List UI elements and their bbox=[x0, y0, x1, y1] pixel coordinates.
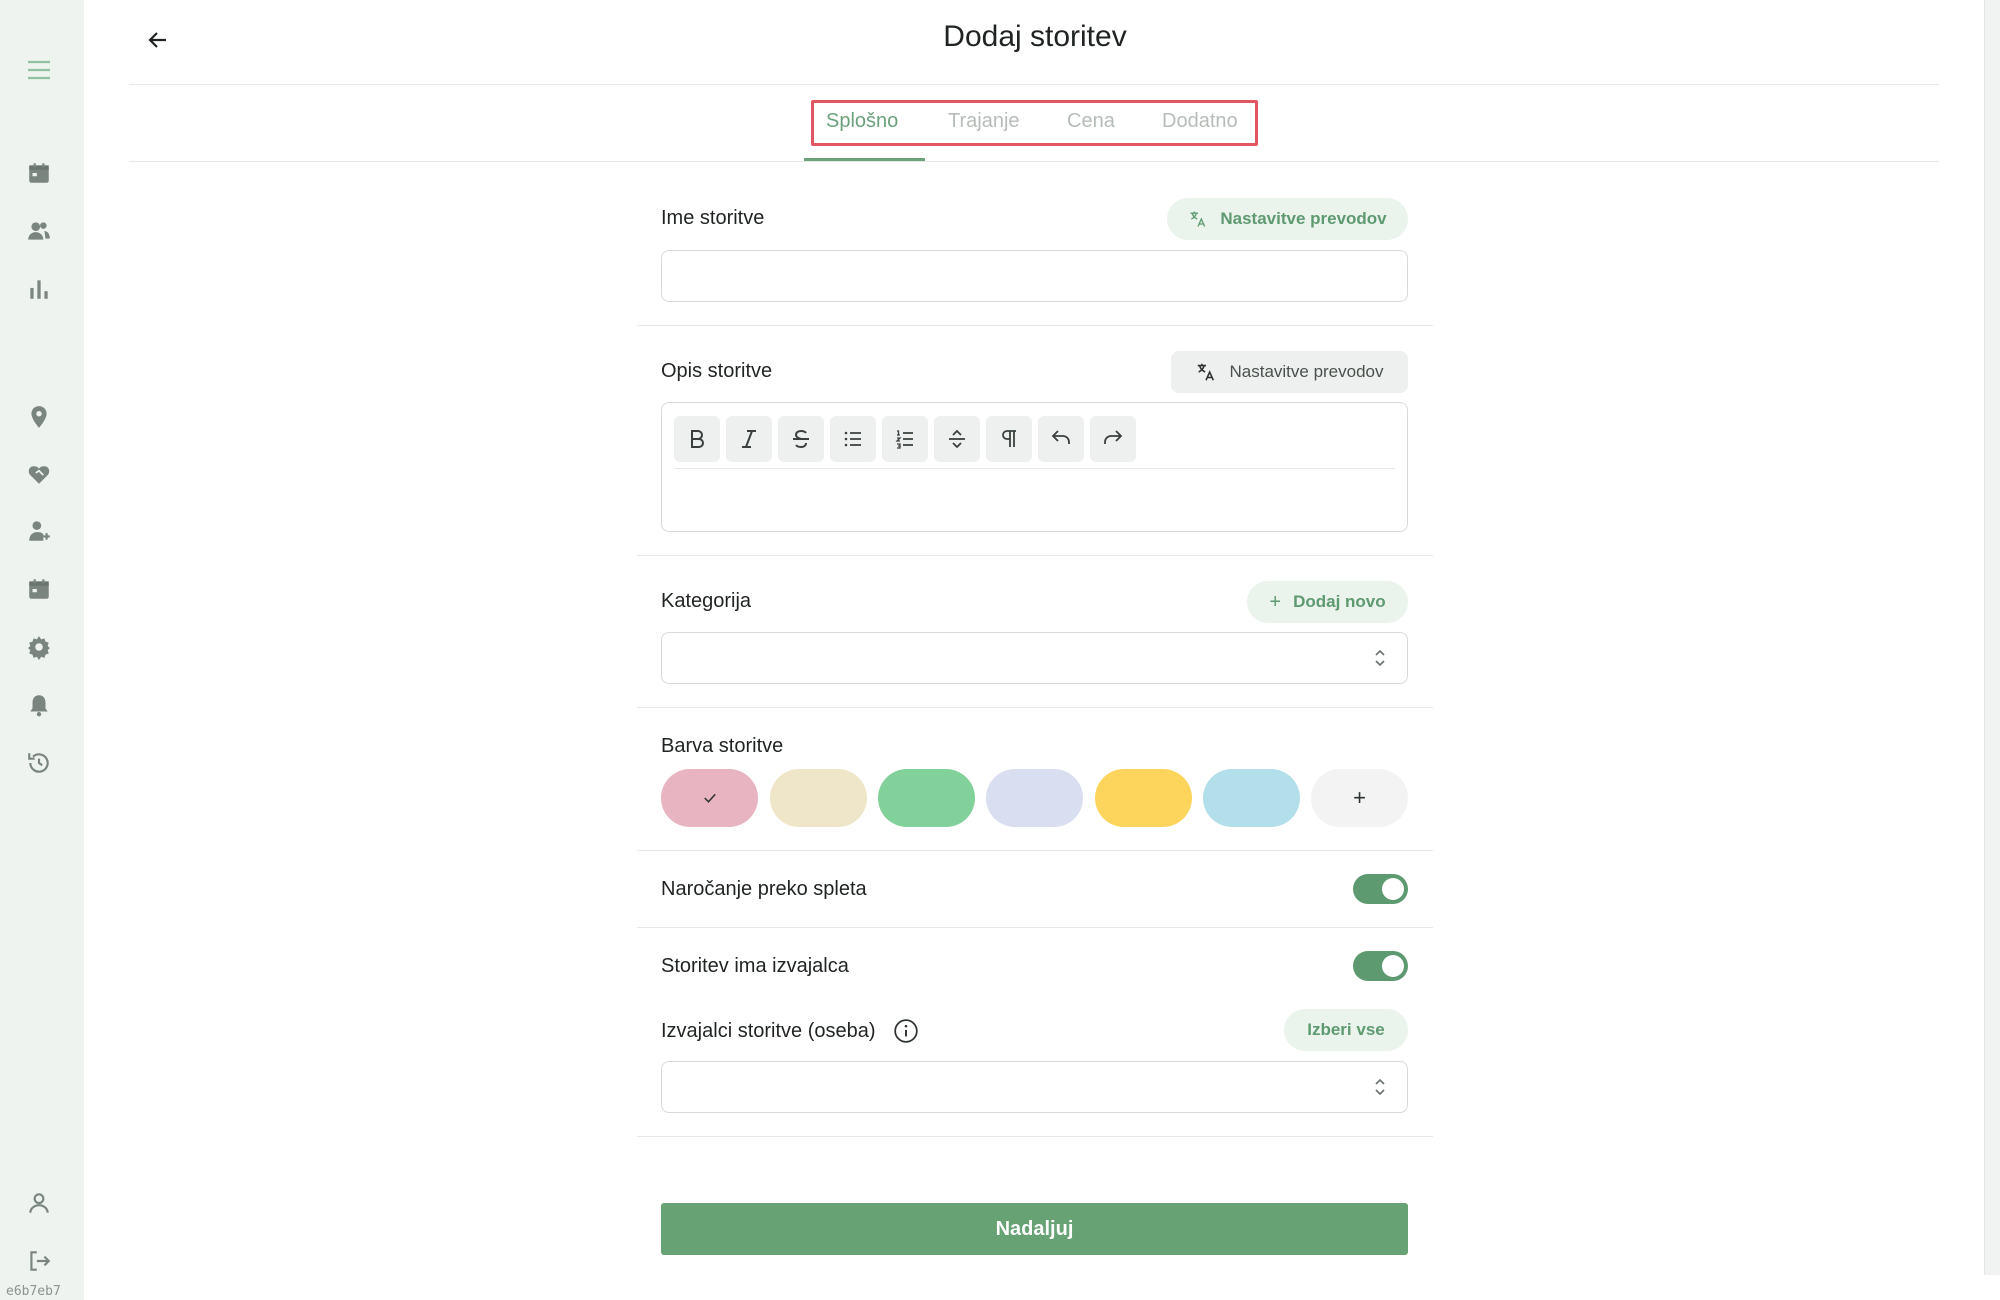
scrollbar[interactable] bbox=[1984, 0, 2000, 1275]
profile-icon[interactable] bbox=[24, 1188, 54, 1218]
history-icon[interactable] bbox=[24, 748, 54, 778]
calendar-icon[interactable] bbox=[24, 158, 54, 188]
section-divider bbox=[637, 325, 1433, 326]
description-translation-settings-button[interactable]: Nastavitve prevodov bbox=[1171, 351, 1408, 393]
ordered-list-icon bbox=[895, 430, 913, 449]
service-description-label: Opis storitve bbox=[661, 360, 773, 382]
users-icon[interactable] bbox=[24, 216, 54, 246]
continue-button[interactable]: Nadaljuj bbox=[661, 1203, 1408, 1255]
providers-select[interactable] bbox=[661, 1061, 1408, 1113]
location-pin-icon[interactable] bbox=[24, 402, 54, 432]
description-translation-settings-label: Nastavitve prevodov bbox=[1229, 362, 1384, 381]
color-swatch-beige[interactable] bbox=[770, 769, 867, 827]
bullet-list-icon bbox=[844, 431, 861, 447]
bell-icon[interactable] bbox=[24, 690, 54, 720]
category-select[interactable] bbox=[661, 632, 1408, 684]
color-swatch-light-blue[interactable] bbox=[1203, 769, 1300, 827]
section-divider bbox=[637, 707, 1433, 708]
online-booking-label: Naročanje preko spleta bbox=[661, 878, 867, 900]
tab-cena[interactable]: Cena bbox=[1067, 110, 1115, 133]
tabs-divider bbox=[129, 161, 1939, 162]
has-provider-label: Storitev ima izvajalca bbox=[661, 955, 849, 977]
paragraph-icon bbox=[1002, 430, 1016, 447]
sidebar: e6b7eb7 bbox=[0, 0, 84, 1300]
service-color-label: Barva storitve bbox=[661, 735, 784, 757]
logout-icon[interactable] bbox=[24, 1246, 54, 1276]
has-provider-toggle[interactable] bbox=[1353, 951, 1408, 981]
service-name-label: Ime storitve bbox=[661, 207, 765, 229]
horizontal-rule-button[interactable] bbox=[934, 416, 980, 462]
strikethrough-button[interactable] bbox=[778, 416, 824, 462]
tab-dodatno[interactable]: Dodatno bbox=[1162, 110, 1238, 133]
page-title: Dodaj storitev bbox=[943, 20, 1127, 53]
translation-settings-label: Nastavitve prevodov bbox=[1220, 209, 1387, 228]
plus-icon: + bbox=[1353, 785, 1366, 810]
select-all-label: Izberi vse bbox=[1307, 1020, 1385, 1039]
color-swatch-yellow[interactable] bbox=[1095, 769, 1192, 827]
section-divider bbox=[637, 1136, 1433, 1137]
translation-settings-button[interactable]: Nastavitve prevodov bbox=[1167, 198, 1408, 240]
tab-splosno[interactable]: Splošno bbox=[826, 110, 898, 133]
select-all-button[interactable]: Izberi vse bbox=[1284, 1009, 1408, 1051]
add-color-button[interactable]: + bbox=[1311, 769, 1408, 827]
undo-icon bbox=[1051, 430, 1070, 444]
rich-text-editor[interactable] bbox=[661, 402, 1408, 532]
service-name-input[interactable] bbox=[661, 250, 1408, 302]
gear-icon[interactable] bbox=[24, 632, 54, 662]
editor-toolbar-divider bbox=[674, 468, 1395, 469]
category-label: Kategorija bbox=[661, 590, 752, 612]
toggle-knob bbox=[1382, 878, 1404, 900]
menu-icon[interactable] bbox=[24, 55, 54, 85]
redo-button[interactable] bbox=[1090, 416, 1136, 462]
horizontal-rule-icon bbox=[949, 429, 965, 449]
translate-icon bbox=[1190, 211, 1206, 227]
select-arrows-icon bbox=[1375, 1078, 1385, 1096]
section-divider bbox=[637, 850, 1433, 851]
section-divider bbox=[637, 555, 1433, 556]
undo-button[interactable] bbox=[1038, 416, 1084, 462]
user-plus-icon[interactable] bbox=[24, 516, 54, 546]
italic-button[interactable] bbox=[726, 416, 772, 462]
bar-chart-icon[interactable] bbox=[24, 274, 54, 304]
bold-icon bbox=[691, 430, 704, 448]
plus-icon: + bbox=[1269, 590, 1282, 613]
info-icon[interactable] bbox=[893, 1018, 919, 1044]
paragraph-button[interactable] bbox=[986, 416, 1032, 462]
bold-button[interactable] bbox=[674, 416, 720, 462]
translate-icon bbox=[1198, 363, 1215, 381]
color-swatch-lavender[interactable] bbox=[986, 769, 1083, 827]
toggle-knob bbox=[1382, 955, 1404, 977]
color-swatch-pink[interactable] bbox=[661, 769, 758, 827]
online-booking-toggle[interactable] bbox=[1353, 874, 1408, 904]
tab-trajanje[interactable]: Trajanje bbox=[948, 110, 1020, 133]
color-swatch-green[interactable] bbox=[878, 769, 975, 827]
bullet-list-button[interactable] bbox=[830, 416, 876, 462]
redo-icon bbox=[1104, 430, 1123, 444]
handshake-icon[interactable] bbox=[24, 459, 54, 489]
check-icon bbox=[703, 793, 716, 803]
header-divider bbox=[129, 84, 1939, 85]
add-category-label: Dodaj novo bbox=[1293, 592, 1386, 611]
section-divider bbox=[637, 927, 1433, 928]
version-label: e6b7eb7 bbox=[6, 1284, 61, 1299]
strikethrough-icon bbox=[793, 429, 809, 449]
italic-icon bbox=[742, 430, 756, 448]
add-category-button[interactable]: + Dodaj novo bbox=[1247, 581, 1408, 623]
calendar-icon[interactable] bbox=[24, 574, 54, 604]
ordered-list-button[interactable] bbox=[882, 416, 928, 462]
providers-label: Izvajalci storitve (oseba) bbox=[661, 1020, 876, 1042]
select-arrows-icon bbox=[1375, 649, 1385, 667]
